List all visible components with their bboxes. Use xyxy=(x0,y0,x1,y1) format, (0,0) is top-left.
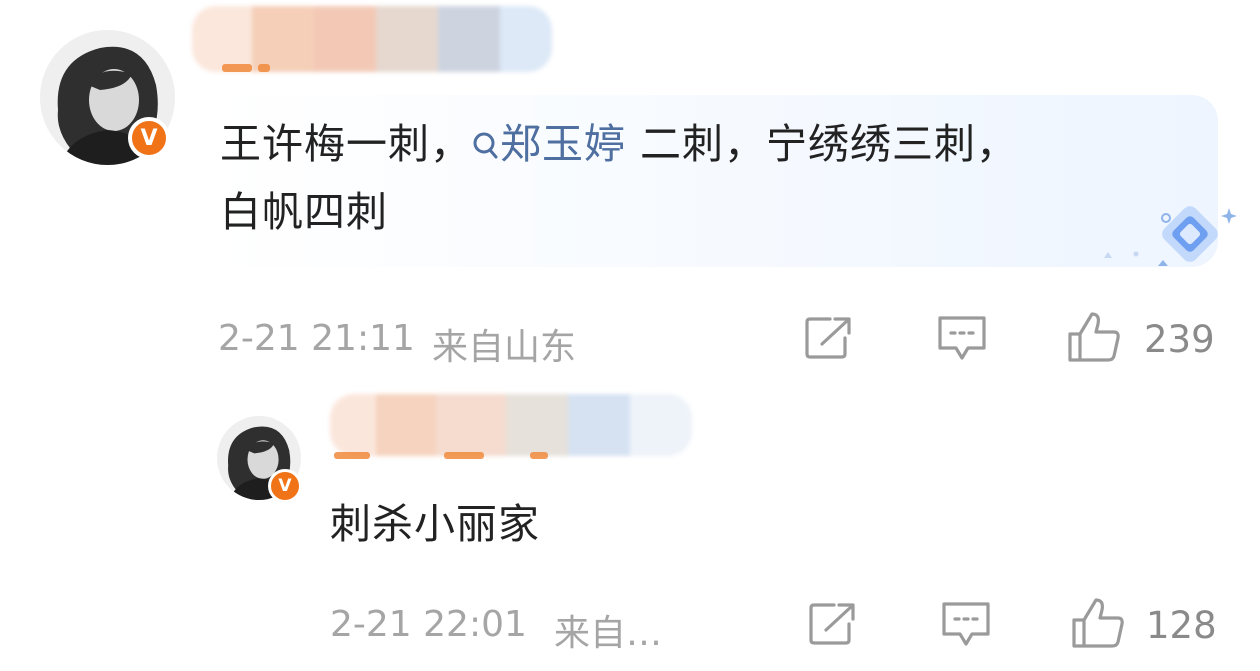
comment-text-part: 王许梅一刺， xyxy=(220,120,472,168)
comment-text-line2: 白帆四刺 xyxy=(220,188,388,236)
username-fragment xyxy=(530,452,548,459)
comment-text-part: 二刺，宁绣绣三刺， xyxy=(626,120,1019,168)
verified-badge-icon: V xyxy=(128,117,170,159)
username-fragment xyxy=(258,64,270,72)
share-icon[interactable] xyxy=(804,316,854,360)
verified-badge-icon: V xyxy=(268,469,302,503)
reply-location: 来自… xyxy=(554,613,663,654)
reply-timestamp: 2-21 22:01 xyxy=(330,604,527,645)
mention-link[interactable]: 郑玉婷 xyxy=(472,120,626,168)
comment-timestamp: 2-21 21:11 xyxy=(218,318,415,359)
like-icon[interactable] xyxy=(1070,596,1126,650)
comment-location: 来自山东 xyxy=(432,327,577,368)
share-icon[interactable] xyxy=(808,602,858,646)
comment-text: 王许梅一刺， 郑玉婷 二刺，宁绣绣三刺， xyxy=(220,112,1018,177)
comment-icon[interactable] xyxy=(936,314,988,362)
username-redacted[interactable] xyxy=(330,394,692,456)
search-icon xyxy=(473,132,498,159)
username-fragment xyxy=(222,64,252,72)
comment-icon[interactable] xyxy=(940,600,992,648)
like-count: 239 xyxy=(1144,318,1215,361)
reply-text: 刺杀小丽家 xyxy=(330,500,540,548)
diamond-badge-icon xyxy=(1104,206,1237,266)
mention-label: 郑玉婷 xyxy=(500,120,626,168)
username-redacted[interactable] xyxy=(192,6,552,72)
like-icon[interactable] xyxy=(1066,310,1122,364)
like-count: 128 xyxy=(1146,604,1217,647)
username-fragment xyxy=(444,452,484,459)
username-fragment xyxy=(334,452,370,459)
